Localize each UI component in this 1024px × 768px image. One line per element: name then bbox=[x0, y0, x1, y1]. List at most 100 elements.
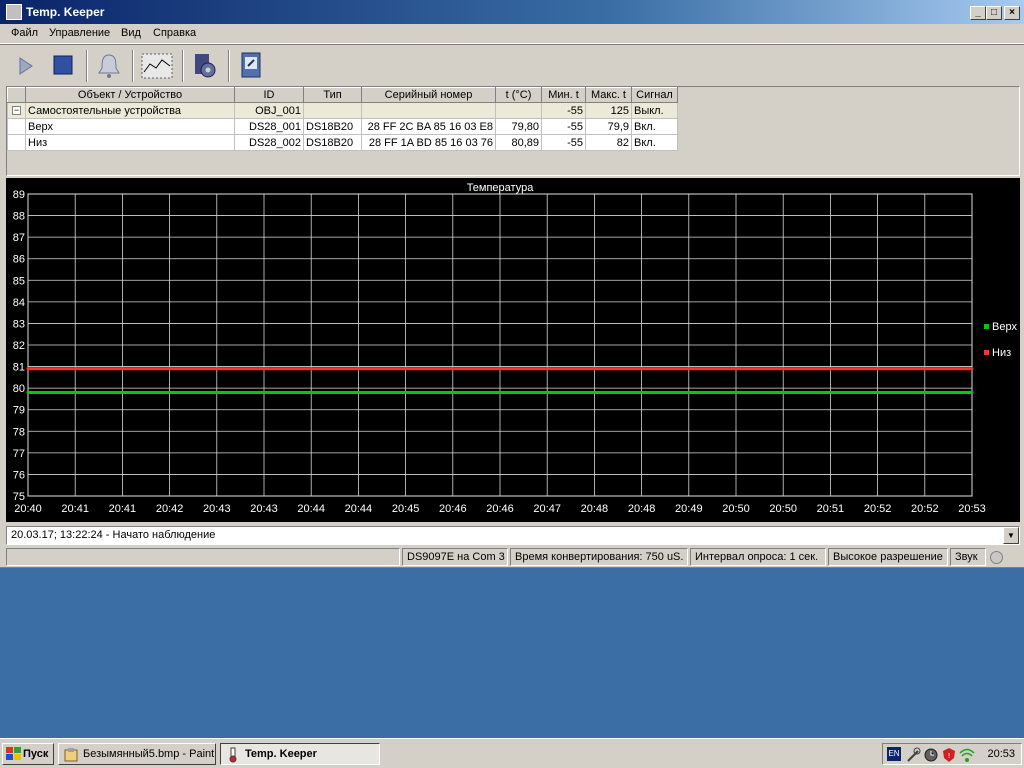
paint-icon bbox=[64, 748, 78, 762]
system-tray: EN ! 20:53 bbox=[882, 743, 1022, 765]
legend-label: Низ bbox=[992, 347, 1011, 359]
data-point bbox=[876, 390, 880, 394]
x-tick-label: 20:42 bbox=[156, 503, 184, 515]
event-log-combo[interactable]: 20.03.17; 13:22:24 - Начато наблюдение ▼ bbox=[6, 526, 1020, 545]
col-header-temp[interactable]: t (°C) bbox=[495, 87, 542, 103]
x-tick-label: 20:43 bbox=[250, 503, 278, 515]
y-tick-label: 86 bbox=[13, 254, 25, 266]
data-point bbox=[356, 367, 360, 371]
data-point bbox=[309, 390, 313, 394]
x-tick-label: 20:44 bbox=[297, 503, 325, 515]
toolbar bbox=[0, 44, 1024, 86]
cell-serial bbox=[361, 102, 496, 119]
data-point bbox=[168, 390, 172, 394]
x-tick-label: 20:52 bbox=[911, 503, 939, 515]
legend-swatch bbox=[984, 324, 989, 329]
data-point bbox=[687, 367, 691, 371]
col-header-object[interactable]: Объект / Устройство bbox=[25, 87, 235, 103]
start-button[interactable]: Пуск bbox=[2, 743, 54, 765]
data-point bbox=[545, 390, 549, 394]
x-tick-label: 20:48 bbox=[581, 503, 609, 515]
data-point bbox=[687, 390, 691, 394]
menu-file[interactable]: Файл bbox=[11, 27, 38, 39]
status-sound: Звук bbox=[950, 548, 986, 566]
clock-tray-icon[interactable] bbox=[923, 747, 939, 763]
y-tick-label: 77 bbox=[13, 448, 25, 460]
data-point bbox=[404, 390, 408, 394]
toolbar-separator bbox=[132, 50, 134, 82]
status-led-icon bbox=[990, 551, 1003, 564]
col-header-min[interactable]: Мин. t bbox=[541, 87, 586, 103]
chart-button[interactable] bbox=[140, 50, 174, 82]
col-header-max[interactable]: Макс. t bbox=[585, 87, 632, 103]
y-tick-label: 88 bbox=[13, 211, 25, 223]
data-point bbox=[262, 390, 266, 394]
export-button[interactable] bbox=[234, 50, 268, 82]
cell-max: 82 bbox=[585, 134, 632, 151]
status-convert-time: Время конвертирования: 750 uS. bbox=[510, 548, 688, 566]
language-indicator[interactable]: EN bbox=[887, 747, 901, 761]
data-point bbox=[262, 367, 266, 371]
settings-button[interactable] bbox=[188, 50, 222, 82]
status-bar: DS9097E на Com 3 Время конвертирования: … bbox=[0, 547, 1024, 567]
task-temp-keeper[interactable]: Temp. Keeper bbox=[220, 743, 380, 765]
cell-temp bbox=[495, 102, 542, 119]
col-header-serial[interactable]: Серийный номер bbox=[361, 87, 496, 103]
menu-control[interactable]: Управление bbox=[49, 27, 110, 39]
data-point bbox=[828, 390, 832, 394]
cell-type: DS18B20 bbox=[303, 134, 362, 151]
chart-icon bbox=[141, 53, 173, 79]
col-header-type[interactable]: Тип bbox=[303, 87, 362, 103]
table-row[interactable]: − Самостоятельные устройства OBJ_001 -55… bbox=[7, 102, 678, 119]
toolbar-separator bbox=[86, 50, 88, 82]
maximize-button[interactable]: □ bbox=[986, 6, 1002, 20]
stop-icon bbox=[53, 55, 73, 75]
data-point bbox=[120, 367, 124, 371]
close-button[interactable]: × bbox=[1004, 6, 1020, 20]
y-tick-label: 82 bbox=[13, 340, 25, 352]
stop-button[interactable] bbox=[46, 50, 80, 82]
task-paint[interactable]: Безымянный5.bmp - Paint bbox=[58, 743, 216, 765]
app-icon bbox=[6, 4, 22, 20]
y-tick-label: 81 bbox=[13, 362, 25, 374]
y-tick-label: 75 bbox=[13, 491, 25, 503]
data-point bbox=[640, 390, 644, 394]
table-row[interactable]: Низ DS28_002 DS18B20 28 FF 1A BD 85 16 0… bbox=[7, 134, 678, 151]
collapse-icon[interactable]: − bbox=[12, 106, 21, 116]
x-tick-label: 20:52 bbox=[864, 503, 892, 515]
wifi-icon[interactable] bbox=[959, 747, 975, 763]
col-header-id[interactable]: ID bbox=[234, 87, 304, 103]
security-shield-icon[interactable]: ! bbox=[941, 747, 957, 763]
cell-serial: 28 FF 2C BA 85 16 03 E8 bbox=[361, 118, 496, 135]
tray-clock[interactable]: 20:53 bbox=[987, 748, 1015, 760]
tree-expander[interactable]: − bbox=[7, 102, 26, 119]
device-table: Объект / Устройство ID Тип Серийный номе… bbox=[7, 87, 678, 151]
device-table-panel: Объект / Устройство ID Тип Серийный номе… bbox=[6, 86, 1020, 176]
y-tick-label: 87 bbox=[13, 232, 25, 244]
data-point bbox=[26, 390, 30, 394]
data-point bbox=[120, 390, 124, 394]
minimize-button[interactable]: _ bbox=[970, 6, 986, 20]
thermometer-icon bbox=[229, 747, 237, 763]
data-point bbox=[451, 367, 455, 371]
data-point bbox=[640, 367, 644, 371]
cell-id: DS28_002 bbox=[234, 134, 304, 151]
play-button[interactable] bbox=[8, 50, 42, 82]
title-bar[interactable]: Temp. Keeper _ □ × bbox=[0, 0, 1024, 24]
menu-help[interactable]: Справка bbox=[153, 27, 196, 39]
x-tick-label: 20:50 bbox=[769, 503, 797, 515]
col-header-signal[interactable]: Сигнал bbox=[631, 87, 678, 103]
cell-min: -55 bbox=[541, 118, 586, 135]
x-tick-label: 20:41 bbox=[109, 503, 137, 515]
network-tool-icon[interactable] bbox=[905, 747, 921, 763]
data-point bbox=[734, 390, 738, 394]
menu-view[interactable]: Вид bbox=[121, 27, 141, 39]
table-row[interactable]: Верх DS28_001 DS18B20 28 FF 2C BA 85 16 … bbox=[7, 118, 678, 135]
data-point bbox=[734, 367, 738, 371]
cell-id: DS28_001 bbox=[234, 118, 304, 135]
chart-canvas: Температура 89 88 87 86 85 84 83 82 81 80 79 78 77 76 7… bbox=[13, 182, 1018, 515]
data-point bbox=[923, 367, 927, 371]
svg-text:!: ! bbox=[948, 752, 951, 760]
dropdown-arrow-icon[interactable]: ▼ bbox=[1003, 527, 1019, 544]
alarm-button[interactable] bbox=[92, 50, 126, 82]
